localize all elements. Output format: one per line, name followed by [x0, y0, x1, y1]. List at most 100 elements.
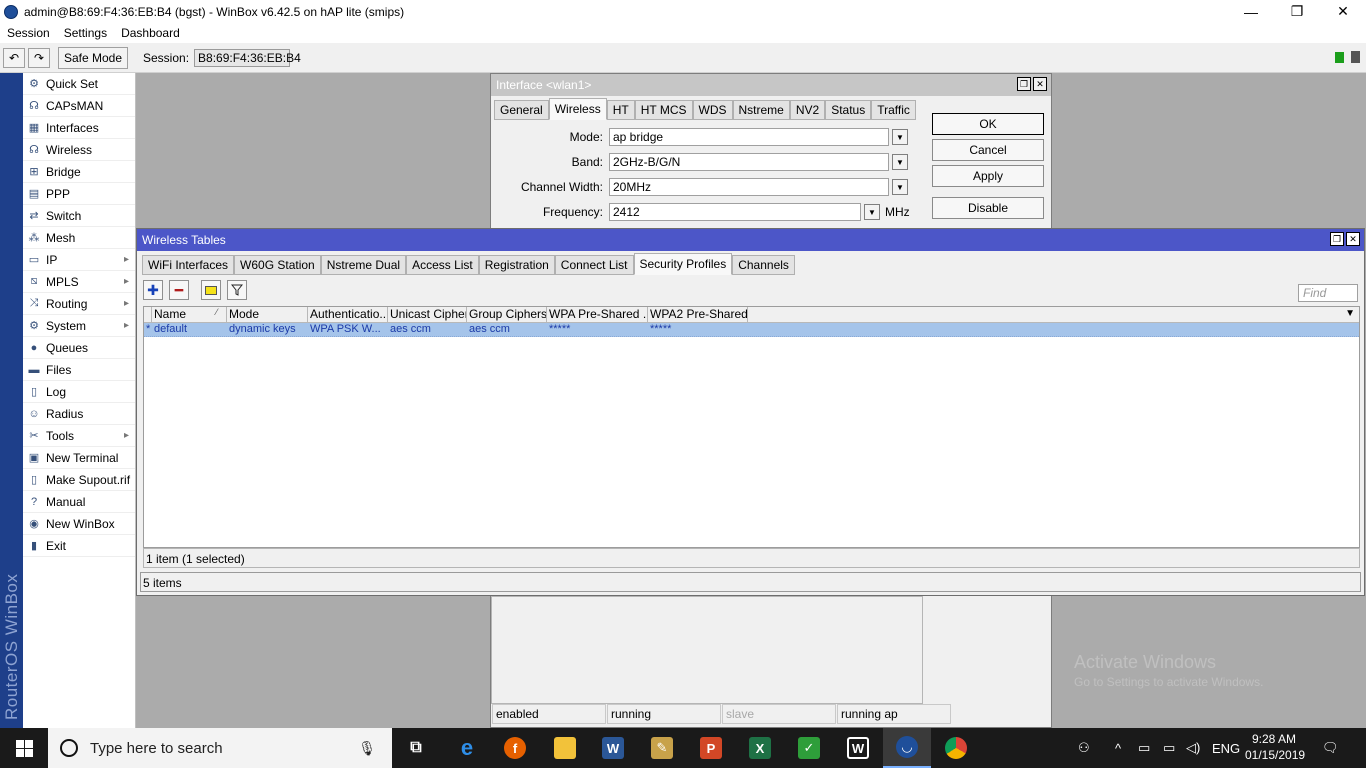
sidebar-item-exit[interactable]: ▮ Exit [23, 535, 135, 557]
undo-button[interactable]: ↶ [3, 47, 25, 68]
microphone-icon[interactable]: 🎙 [358, 740, 376, 757]
taskbar-word[interactable]: W [589, 728, 637, 768]
dropdown-arrow-icon[interactable]: ▼ [892, 129, 908, 145]
taskbar-powerpoint[interactable]: P [687, 728, 735, 768]
show-hidden-icons[interactable]: ^ [1115, 728, 1121, 768]
menu-settings[interactable]: Settings [57, 26, 114, 40]
tab-access-list[interactable]: Access List [406, 255, 479, 275]
sidebar-item-files[interactable]: ▬ Files [23, 359, 135, 381]
tab-w60g-station[interactable]: W60G Station [234, 255, 321, 275]
add-icon[interactable]: ✚ [143, 280, 163, 300]
close-icon[interactable]: ✕ [1033, 77, 1047, 91]
tab-wireless[interactable]: Wireless [548, 98, 607, 120]
sidebar-item-ppp[interactable]: ▤ PPP [23, 183, 135, 205]
tab-traffic[interactable]: Traffic [871, 100, 916, 120]
menu-dashboard[interactable]: Dashboard [114, 26, 187, 40]
taskbar-winbox[interactable]: ◡ [883, 728, 931, 768]
sidebar-item-new-winbox[interactable]: ◉ New WinBox [23, 513, 135, 535]
sidebar-item-new-terminal[interactable]: ▣ New Terminal [23, 447, 135, 469]
sidebar-item-log[interactable]: ▯ Log [23, 381, 135, 403]
restore-icon[interactable]: ❐ [1017, 77, 1031, 91]
ok-button[interactable]: OK [932, 113, 1044, 135]
maximize-button[interactable]: ❐ [1274, 0, 1320, 23]
column-mode[interactable]: Mode [227, 307, 308, 322]
sidebar-item-routing[interactable]: ⤨ Routing ▸ [23, 293, 135, 315]
column-wpa-psk[interactable]: WPA Pre-Shared ... [547, 307, 648, 322]
apply-button[interactable]: Apply [932, 165, 1044, 187]
tab-ht-mcs[interactable]: HT MCS [634, 100, 693, 120]
tab-status[interactable]: Status [825, 100, 872, 120]
tab-general[interactable]: General [494, 100, 549, 120]
clock[interactable]: 9:28 AM 01/15/2019 [1245, 731, 1305, 763]
close-icon[interactable]: ✕ [1346, 232, 1360, 246]
remove-icon[interactable]: ━ [169, 280, 189, 300]
sidebar-item-manual[interactable]: ? Manual [23, 491, 135, 513]
sidebar-item-interfaces[interactable]: ▦ Interfaces [23, 117, 135, 139]
redo-button[interactable]: ↷ [28, 47, 50, 68]
dropdown-arrow-icon[interactable]: ▼ [892, 154, 908, 170]
tab-nv2[interactable]: NV2 [789, 100, 826, 120]
disable-button[interactable]: Disable [932, 197, 1044, 219]
battery-icon[interactable]: ▭ [1163, 728, 1175, 768]
sidebar-item-ip[interactable]: ▭ IP ▸ [23, 249, 135, 271]
notification-icon[interactable]: 🗨 [1322, 728, 1339, 768]
column-authentication[interactable]: Authenticatio... [308, 307, 388, 322]
volume-icon[interactable]: ◁) [1186, 728, 1200, 768]
taskbar-green-app[interactable]: ✓ [785, 728, 833, 768]
sidebar-item-bridge[interactable]: ⊞ Bridge [23, 161, 135, 183]
find-input[interactable]: Find [1298, 284, 1358, 302]
taskbar-excel[interactable]: X [736, 728, 784, 768]
tab-registration[interactable]: Registration [478, 255, 555, 275]
wireless-tables-titlebar[interactable]: Wireless Tables ❐ ✕ [137, 229, 1364, 251]
sidebar-item-wireless[interactable]: ☊ Wireless [23, 139, 135, 161]
sidebar-item-make-supout-rif[interactable]: ▯ Make Supout.rif [23, 469, 135, 491]
tab-ht[interactable]: HT [606, 100, 635, 120]
taskbar-firefox[interactable]: f [491, 728, 539, 768]
column-wpa2-psk[interactable]: WPA2 Pre-Shared... [648, 307, 748, 322]
taskbar-paint[interactable]: ✎ [638, 728, 686, 768]
frequency-select[interactable]: 2412 [609, 203, 861, 221]
taskbar-w-app[interactable]: W [834, 728, 882, 768]
minimize-button[interactable]: — [1228, 0, 1274, 23]
tab-channels[interactable]: Channels [732, 255, 795, 275]
column-group-ciphers[interactable]: Group Ciphers [467, 307, 547, 322]
taskbar-search[interactable]: Type here to search 🎙 [48, 728, 392, 768]
tab-wds[interactable]: WDS [692, 100, 733, 120]
taskbar-chrome[interactable] [932, 728, 980, 768]
network-icon[interactable]: ▭ [1138, 728, 1150, 768]
sidebar-item-capsman[interactable]: ☊ CAPsMAN [23, 95, 135, 117]
column-unicast-ciphers[interactable]: Unicast Ciphers [388, 307, 467, 322]
sidebar-item-tools[interactable]: ✂ Tools ▸ [23, 425, 135, 447]
channel-width-select[interactable]: 20MHz [609, 178, 889, 196]
table-row[interactable]: * default dynamic keys WPA PSK W... aes … [144, 323, 1359, 337]
interface-dialog-titlebar[interactable]: Interface <wlan1> ❐ ✕ [491, 74, 1051, 96]
dropdown-arrow-icon[interactable]: ▼ [892, 179, 908, 195]
tab-connect-list[interactable]: Connect List [554, 255, 634, 275]
sidebar-item-radius[interactable]: ☺ Radius [23, 403, 135, 425]
sidebar-item-system[interactable]: ⚙ System ▸ [23, 315, 135, 337]
taskbar-edge[interactable]: e [443, 728, 491, 768]
people-icon[interactable]: ⚇ [1078, 728, 1090, 768]
menu-session[interactable]: Session [0, 26, 57, 40]
task-view-button[interactable]: ⧉ [392, 728, 440, 768]
safe-mode-button[interactable]: Safe Mode [58, 46, 128, 69]
sidebar-item-quick-set[interactable]: ⚙ Quick Set [23, 73, 135, 95]
sidebar-item-mesh[interactable]: ⁂ Mesh [23, 227, 135, 249]
filter-icon[interactable] [227, 280, 247, 300]
taskbar-file-explorer[interactable] [541, 728, 589, 768]
start-button[interactable] [0, 728, 48, 768]
restore-icon[interactable]: ❐ [1330, 232, 1344, 246]
sidebar-item-switch[interactable]: ⇄ Switch [23, 205, 135, 227]
tab-nstreme-dual[interactable]: Nstreme Dual [320, 255, 407, 275]
language-indicator[interactable]: ENG [1212, 728, 1240, 768]
tab-nstreme[interactable]: Nstreme [732, 100, 790, 120]
sidebar-item-queues[interactable]: ● Queues [23, 337, 135, 359]
band-select[interactable]: 2GHz-B/G/N [609, 153, 889, 171]
sidebar-item-mpls[interactable]: ⧅ MPLS ▸ [23, 271, 135, 293]
dropdown-arrow-icon[interactable]: ▼ [864, 204, 880, 220]
tab-wifi-interfaces[interactable]: WiFi Interfaces [142, 255, 235, 275]
mode-select[interactable]: ap bridge [609, 128, 889, 146]
close-button[interactable]: ✕ [1320, 0, 1366, 23]
tab-security-profiles[interactable]: Security Profiles [633, 253, 733, 275]
cancel-button[interactable]: Cancel [932, 139, 1044, 161]
